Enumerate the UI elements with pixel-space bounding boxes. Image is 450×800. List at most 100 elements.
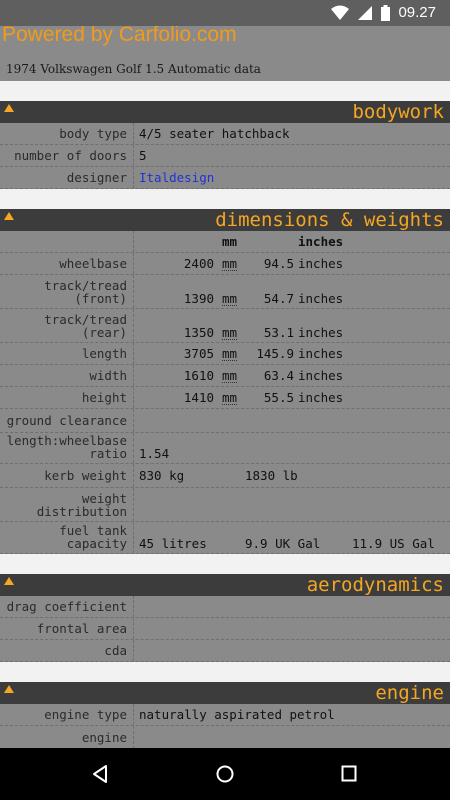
spec-label: designer xyxy=(0,167,134,188)
divider xyxy=(0,554,450,574)
spec-label: kerb weight xyxy=(0,464,134,487)
spec-row: fuel tank capacity 45 litres 9.9 UK Gal 1… xyxy=(0,522,450,554)
clock: 09.27 xyxy=(398,4,436,21)
status-bar: 09.27 xyxy=(0,0,450,26)
spec-label: fuel tank capacity xyxy=(0,522,134,553)
section-title: dimensions & weights xyxy=(215,209,444,231)
divider xyxy=(0,662,450,682)
section-header-engine[interactable]: engine xyxy=(0,682,450,704)
unit-mm: mm xyxy=(222,389,238,405)
spec-label: width xyxy=(0,365,134,386)
value-kg: 830 kg xyxy=(139,468,185,483)
value-litres: 45 litres xyxy=(139,536,207,551)
unit-inches: inches xyxy=(298,390,344,405)
spec-row: frontal area xyxy=(0,618,450,640)
spec-row: track/tread (front) 1390 mm 54.7 inches xyxy=(0,275,450,309)
unit-mm: mm xyxy=(222,291,238,306)
section-header-aerodynamics[interactable]: aerodynamics xyxy=(0,574,450,596)
value-uk-gal: 9.9 UK Gal xyxy=(245,536,321,551)
value-inches: 53.1 xyxy=(263,325,294,340)
spec-row: ground clearance xyxy=(0,409,450,433)
divider xyxy=(0,81,450,101)
spec-value: 1.54 xyxy=(139,446,170,461)
spec-label: ground clearance xyxy=(0,409,134,432)
value-inches: 145.9 xyxy=(256,346,294,361)
battery-icon xyxy=(381,4,391,21)
spec-row: width 1610 mm 63.4 inches xyxy=(0,365,450,387)
spec-label: drag coefficient xyxy=(0,596,134,617)
spec-label: track/tread (rear) xyxy=(0,309,134,342)
spec-value: 5 xyxy=(139,148,147,163)
spec-label: weight distribution xyxy=(0,488,134,521)
spec-row: designer Italdesign xyxy=(0,167,450,189)
signal-icon xyxy=(358,5,373,20)
unit-inches: inches xyxy=(298,291,344,306)
value-us-gal: 11.9 US Gal xyxy=(352,536,435,551)
section-title: bodywork xyxy=(352,101,444,123)
spec-row: body type 4/5 seater hatchback xyxy=(0,123,450,145)
section-title: aerodynamics xyxy=(306,574,444,596)
home-icon[interactable] xyxy=(215,764,235,784)
spec-label xyxy=(0,231,134,252)
spec-value: naturally aspirated petrol xyxy=(139,707,335,722)
powered-by-link[interactable]: Powered by Carfolio.com xyxy=(2,26,237,47)
section-title: engine xyxy=(375,682,444,704)
value-mm: 1390 xyxy=(183,291,214,306)
value-inches: 94.5 xyxy=(263,256,294,271)
unit-inches: inches xyxy=(298,346,344,361)
spec-label: height xyxy=(0,387,134,408)
spec-row: weight distribution xyxy=(0,488,450,522)
app-content[interactable]: Powered by Carfolio.com 1974 Volkswagen … xyxy=(0,26,450,748)
back-icon[interactable] xyxy=(91,764,109,784)
collapse-triangle-icon[interactable] xyxy=(4,577,14,585)
value-mm: 2400 xyxy=(183,256,214,271)
spec-row: engine type naturally aspirated petrol xyxy=(0,704,450,726)
value-inches: 55.5 xyxy=(263,390,294,405)
car-title: 1974 Volkswagen Golf 1.5 Automatic data xyxy=(6,62,261,76)
spec-row: height 1410 mm 55.5 inches xyxy=(0,387,450,409)
value-lb: 1830 lb xyxy=(245,468,298,483)
section-header-dimensions[interactable]: dimensions & weights xyxy=(0,209,450,231)
value-mm: 1350 xyxy=(183,325,214,340)
unit-mm: mm xyxy=(222,325,238,340)
spec-row: length 3705 mm 145.9 inches xyxy=(0,343,450,365)
spec-row: track/tread (rear) 1350 mm 53.1 inches xyxy=(0,309,450,343)
spec-row: number of doors 5 xyxy=(0,145,450,167)
spec-label: length:wheelbase ratio xyxy=(0,433,134,463)
value-mm: 1410 xyxy=(183,390,214,405)
spec-row: drag coefficient xyxy=(0,596,450,618)
designer-link[interactable]: Italdesign xyxy=(139,167,214,188)
spec-label: frontal area xyxy=(0,618,134,639)
spec-label: track/tread (front) xyxy=(0,275,134,308)
spec-label: engine xyxy=(0,726,134,748)
unit-inches: inches xyxy=(298,325,344,340)
unit-mm: mm xyxy=(222,345,238,361)
navigation-bar xyxy=(0,748,450,800)
section-header-bodywork[interactable]: bodywork xyxy=(0,101,450,123)
unit-mm: mm xyxy=(222,367,238,383)
value-mm: 3705 xyxy=(183,346,214,361)
unit-inches: inches xyxy=(298,368,344,383)
column-header-mm: mm xyxy=(222,234,238,249)
value-inches: 54.7 xyxy=(263,291,294,306)
collapse-triangle-icon[interactable] xyxy=(4,104,14,112)
collapse-triangle-icon[interactable] xyxy=(4,212,14,220)
spec-value: 4/5 seater hatchback xyxy=(139,126,290,141)
spec-label: length xyxy=(0,343,134,364)
column-header-inches: inches xyxy=(298,234,344,249)
column-header-row: mm inches xyxy=(0,231,450,253)
value-inches: 63.4 xyxy=(263,368,294,383)
value-mm: 1610 xyxy=(183,368,214,383)
spec-label: engine type xyxy=(0,704,134,725)
wifi-icon xyxy=(331,5,350,20)
spec-row: cda xyxy=(0,640,450,662)
collapse-triangle-icon[interactable] xyxy=(4,685,14,693)
spec-row: engine xyxy=(0,726,450,748)
spec-row: length:wheelbase ratio 1.54 xyxy=(0,433,450,464)
spec-row: wheelbase 2400 mm 94.5 inches xyxy=(0,253,450,275)
divider xyxy=(0,189,450,209)
recents-icon[interactable] xyxy=(341,765,357,782)
unit-mm: mm xyxy=(222,255,238,271)
spec-label: wheelbase xyxy=(0,253,134,274)
unit-inches: inches xyxy=(298,256,344,271)
